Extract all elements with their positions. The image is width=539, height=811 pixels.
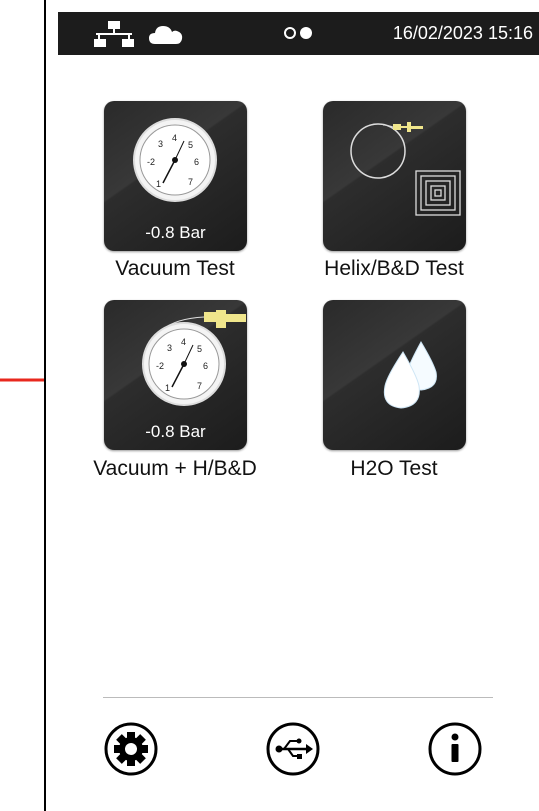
gauge-label: 7 — [188, 177, 193, 187]
usb-icon[interactable] — [266, 722, 320, 776]
gauge-label: 4 — [181, 337, 186, 347]
indicator-dot-empty — [284, 27, 296, 39]
device-screen: 16/02/2023 15:16 -2 1 3 4 5 6 7 -0.8 Bar… — [44, 0, 539, 811]
gauge-label: 6 — [203, 361, 208, 371]
vacuum-test-tile[interactable]: -2 1 3 4 5 6 7 -0.8 Bar — [104, 101, 247, 251]
status-bar: 16/02/2023 15:16 — [58, 12, 539, 55]
indicator-dot-filled — [300, 27, 312, 39]
gauge-label: 3 — [158, 139, 163, 149]
gauge-label: 6 — [194, 157, 199, 167]
footer-divider — [103, 697, 493, 698]
network-icon — [94, 21, 134, 47]
gauge-label: -2 — [147, 157, 155, 167]
helix-bd-test-tile[interactable] — [323, 101, 466, 251]
vacuum-helix-bd-tile[interactable]: -2 1 3 4 5 6 7 -0.8 Bar — [104, 300, 247, 450]
info-icon[interactable] — [428, 722, 482, 776]
pressure-readout: -0.8 Bar — [145, 223, 206, 242]
gauge-label: 5 — [197, 344, 202, 354]
vacuum-test-label[interactable]: Vacuum Test — [75, 257, 275, 281]
water-drops-icon — [383, 340, 437, 409]
cloud-icon — [149, 26, 183, 44]
gauge-label: -2 — [156, 361, 164, 371]
gauge-label: 4 — [172, 133, 177, 143]
h2o-test-tile[interactable] — [323, 300, 466, 450]
gauge-label: 3 — [167, 343, 172, 353]
datetime: 16/02/2023 15:16 — [392, 23, 533, 43]
pressure-readout: -0.8 Bar — [145, 422, 206, 441]
status-indicators — [284, 26, 316, 44]
gauge-label: 5 — [188, 140, 193, 150]
helix-bd-test-label[interactable]: Helix/B&D Test — [294, 257, 494, 281]
settings-gear-icon[interactable] — [104, 722, 158, 776]
h2o-test-label[interactable]: H2O Test — [294, 457, 494, 481]
vacuum-helix-bd-label[interactable]: Vacuum + H/B&D — [75, 457, 275, 481]
helix-coil-icon — [350, 122, 461, 216]
gauge-label: 1 — [165, 383, 170, 393]
gauge-label: 1 — [156, 179, 161, 189]
gauge-label: 7 — [197, 381, 202, 391]
